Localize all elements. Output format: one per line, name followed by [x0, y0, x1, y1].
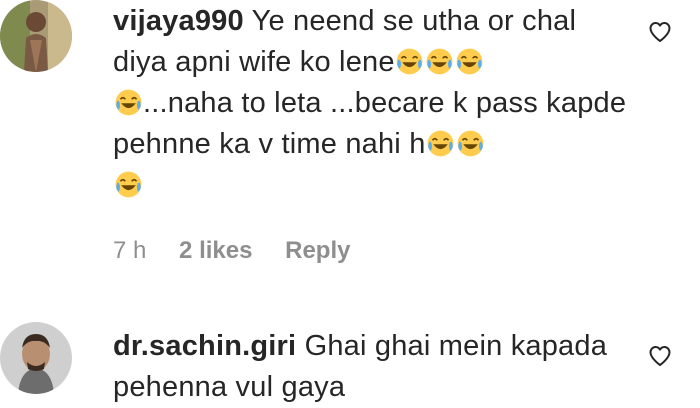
face-with-tears-of-joy-icon	[115, 171, 141, 198]
face-with-tears-of-joy-icon	[456, 48, 483, 75]
avatar[interactable]	[0, 322, 72, 394]
avatar[interactable]	[0, 0, 72, 72]
reply-button[interactable]: Reply	[285, 237, 350, 264]
comment-2: dr.sachin.giri Ghai ghai mein kapada peh…	[0, 310, 700, 403]
comment-username[interactable]: vijaya990	[113, 5, 244, 37]
avatar-photo	[0, 0, 72, 72]
face-with-tears-of-joy-icon	[427, 130, 454, 157]
heart-outline-icon[interactable]	[648, 344, 672, 368]
heart-outline-icon[interactable]	[648, 20, 672, 44]
comment-meta: 7 h 2 likes Reply	[113, 237, 376, 265]
avatar-photo	[0, 322, 72, 394]
comment-username[interactable]: dr.sachin.giri	[113, 330, 296, 362]
comment-likes[interactable]: 2 likes	[179, 237, 252, 264]
face-with-tears-of-joy-icon	[115, 89, 141, 116]
comment-1: vijaya990 Ye neend se utha or chal diya …	[0, 0, 700, 280]
face-with-tears-of-joy-icon	[457, 130, 484, 157]
comment-text: vijaya990 Ye neend se utha or chal diya …	[113, 1, 628, 206]
face-with-tears-of-joy-icon	[396, 48, 423, 75]
comment-body-part-2: ...naha to leta ...becare k pass kapde p…	[113, 87, 627, 160]
face-with-tears-of-joy-icon	[426, 48, 453, 75]
comment-time[interactable]: 7 h	[113, 237, 146, 264]
comment-text: dr.sachin.giri Ghai ghai mein kapada peh…	[113, 326, 628, 408]
